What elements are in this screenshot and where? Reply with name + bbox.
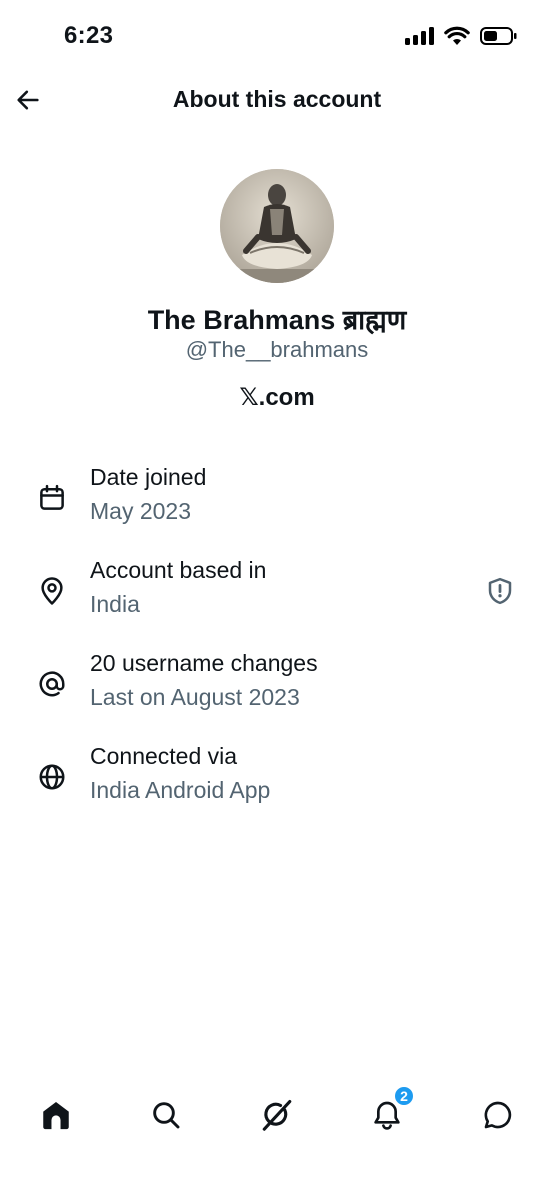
avatar (220, 169, 334, 283)
about-account-screen: 6:23 About this account The Brahmans ब्र… (0, 0, 554, 1199)
nav-messages[interactable] (476, 1093, 520, 1137)
info-row-date-joined: Date joined May 2023 (0, 464, 554, 544)
nav-grok[interactable] (255, 1093, 299, 1137)
account-based-label: Account based in (90, 557, 267, 583)
status-bar: 6:23 (0, 0, 554, 70)
info-row-connected-via: Connected via India Android App (0, 743, 554, 823)
messages-icon (484, 1101, 512, 1129)
wifi-icon (444, 26, 470, 45)
battery-icon (480, 27, 517, 45)
date-joined-label: Date joined (90, 464, 207, 490)
display-name: The Brahmans ब्राह्मण (147, 305, 407, 335)
header: About this account (0, 70, 554, 130)
grok-icon (262, 1099, 292, 1131)
connected-via-label: Connected via (90, 743, 238, 769)
account-based-value: India (90, 591, 140, 617)
nav-search[interactable] (144, 1093, 188, 1137)
calendar-icon (36, 482, 68, 514)
globe-icon (36, 761, 68, 793)
username-changes-label: 20 username changes (90, 650, 318, 676)
home-icon (43, 1101, 69, 1130)
info-row-username-changes: 20 username changes Last on August 2023 (0, 650, 554, 730)
cellular-signal-icon (405, 27, 434, 45)
location-pin-icon (36, 575, 68, 607)
nav-home[interactable] (34, 1093, 78, 1137)
search-icon (153, 1102, 180, 1129)
username-changes-value: Last on August 2023 (90, 684, 300, 710)
status-icons (405, 26, 518, 46)
at-sign-icon (36, 668, 68, 700)
site-label: 𝕏.com (239, 384, 315, 411)
connected-via-value: India Android App (90, 777, 271, 803)
date-joined-value: May 2023 (90, 498, 192, 524)
page-title: About this account (172, 86, 382, 112)
info-row-account-based: Account based in India (0, 557, 554, 637)
user-handle: @The__brahmans (185, 337, 369, 362)
nav-notifications[interactable]: 2 (365, 1085, 415, 1137)
bottom-nav: 2 (0, 1079, 554, 1199)
status-time: 6:23 (64, 22, 114, 49)
shield-alert-icon[interactable] (484, 575, 516, 607)
notification-count-badge: 2 (393, 1085, 415, 1107)
